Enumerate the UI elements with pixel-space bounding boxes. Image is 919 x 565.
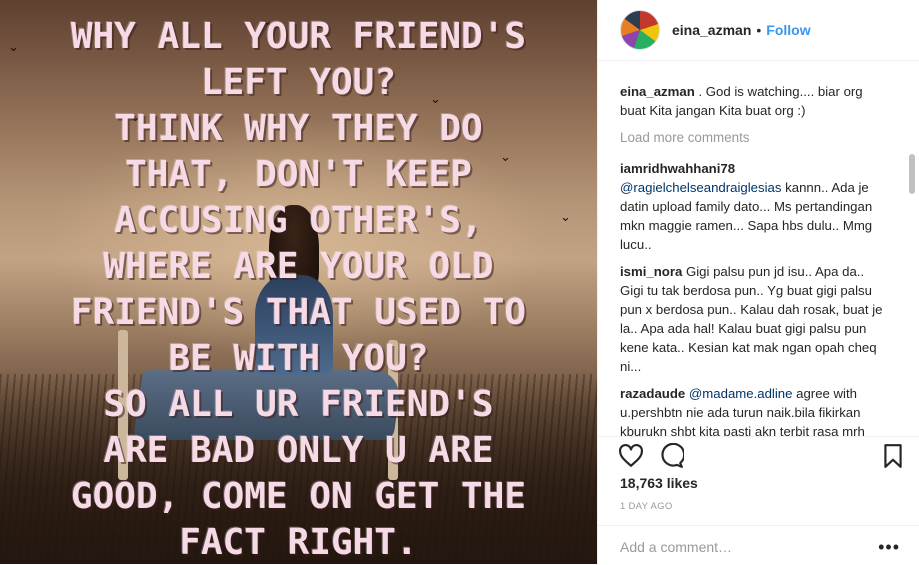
comment-item: iamridhwahhani78 @ragielchelseandraigles…: [620, 159, 890, 254]
add-comment-bar: Add a comment… •••: [598, 525, 919, 565]
header-username[interactable]: eina_azman: [672, 22, 751, 38]
comment-item: ismi_nora Gigi palsu pun jd isu.. Apa da…: [620, 262, 890, 376]
quote-line: SO ALL UR FRIEND'S: [103, 384, 494, 425]
follow-button[interactable]: Follow: [766, 22, 810, 38]
comment-mention[interactable]: @madame.adline: [689, 386, 793, 401]
comment-username[interactable]: razadaude: [620, 386, 685, 401]
avatar[interactable]: [620, 10, 660, 50]
quote-line: ARE BAD ONLY U ARE: [103, 430, 494, 471]
quote-line: THAT, DON'T KEEP: [125, 154, 472, 195]
quote-line: FRIEND'S THAT USED TO: [70, 292, 527, 333]
comment-username[interactable]: ismi_nora: [620, 264, 682, 279]
comment-text: Gigi palsu pun jd isu.. Apa da.. Gigi tu…: [620, 264, 883, 374]
quote-line: BE WITH YOU?: [168, 338, 429, 379]
quote-line: LEFT YOU?: [200, 62, 397, 103]
post-header: eina_azman • Follow: [598, 0, 919, 61]
comments-scrollbar[interactable]: [909, 154, 915, 194]
quote-line: WHY ALL YOUR FRIEND'S: [70, 16, 527, 57]
quote-line: FACT RIGHT.: [179, 522, 418, 563]
comment-bubble-icon[interactable]: [658, 443, 684, 469]
quote-line: WHERE ARE YOUR OLD: [103, 246, 494, 287]
quote-line: GOOD, COME ON GET THE: [70, 476, 527, 517]
action-bar: [598, 436, 919, 473]
quote-line: ACCUSING OTHER'S,: [114, 200, 483, 241]
post-side-panel: eina_azman • Follow eina_azman . God is …: [597, 0, 919, 564]
heart-icon[interactable]: [618, 443, 644, 469]
comments-list[interactable]: eina_azman . God is watching.... biar or…: [598, 61, 898, 437]
add-comment-input[interactable]: Add a comment…: [620, 539, 732, 555]
quote-line: THINK WHY THEY DO: [114, 108, 483, 149]
image-quote-text: WHY ALL YOUR FRIEND'S LEFT YOU? THINK WH…: [0, 14, 597, 564]
bookmark-icon[interactable]: [880, 443, 906, 469]
comment-username[interactable]: iamridhwahhani78: [620, 161, 735, 176]
post-modal: ⌄ ⌄ ⌄ ⌄ ⌄ ⌄ WHY ALL YOUR FRIEND'S LEFT Y…: [0, 0, 919, 564]
post-timestamp[interactable]: 1 DAY AGO: [620, 501, 673, 512]
comment-mention[interactable]: @ragielchelseandraiglesias: [620, 180, 781, 195]
caption-username[interactable]: eina_azman: [620, 84, 695, 99]
caption: eina_azman . God is watching.... biar or…: [620, 82, 890, 120]
more-options-icon[interactable]: •••: [878, 537, 900, 558]
comment-item: razadaude @madame.adline agree with u.pe…: [620, 384, 890, 437]
likes-count[interactable]: 18,763 likes: [620, 475, 698, 491]
post-image[interactable]: ⌄ ⌄ ⌄ ⌄ ⌄ ⌄ WHY ALL YOUR FRIEND'S LEFT Y…: [0, 0, 597, 564]
load-more-comments-button[interactable]: Load more comments: [620, 130, 898, 145]
header-separator: •: [756, 22, 762, 38]
